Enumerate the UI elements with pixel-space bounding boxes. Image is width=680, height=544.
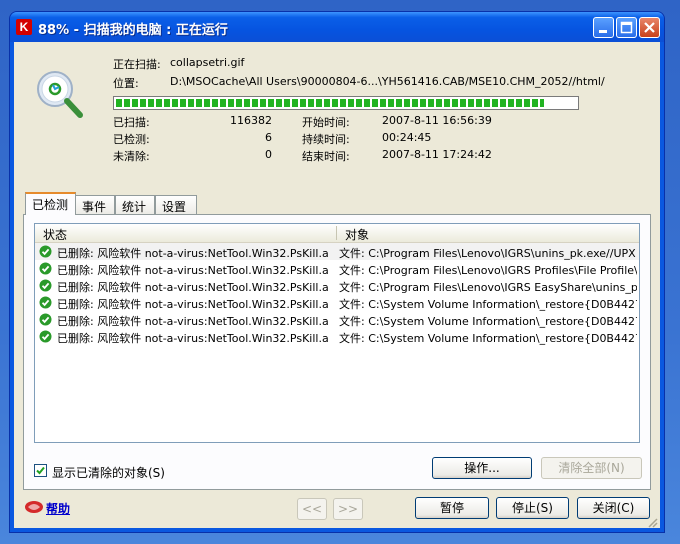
duration-value: 00:24:45 <box>382 131 432 144</box>
tab-statistics[interactable]: 统计 <box>115 195 155 214</box>
deleted-ok-icon <box>39 296 52 309</box>
checkmark-icon <box>36 466 45 475</box>
close-window-button[interactable] <box>639 17 660 38</box>
title-bar[interactable]: K 88% - 扫描我的电脑 : 正在运行 <box>10 12 664 42</box>
row-object: 文件: C:\Program Files\Lenovo\IGRS\unins_p… <box>339 247 636 260</box>
table-row[interactable]: 已删除: 风险软件 not-a-virus:NetTool.Win32.PsKi… <box>35 260 639 277</box>
tab-settings[interactable]: 设置 <box>155 195 197 214</box>
scanning-file: collapsetri.gif <box>170 56 245 69</box>
detected-tab-panel: 状态 对象 已删除: 风险软件 not-a-virus:NetTool.Win3… <box>23 214 651 490</box>
detected-count: 6 <box>265 131 272 144</box>
list-header: 状态 对象 <box>35 224 639 243</box>
scan-magnifier-icon <box>37 71 83 118</box>
row-status: 已删除: 风险软件 not-a-virus:NetTool.Win32.PsKi… <box>57 298 329 311</box>
window-client-area: 正在扫描: collapsetri.gif 位置: D:\MSOCache\Al… <box>14 42 660 528</box>
end-time-value: 2007-8-11 17:24:42 <box>382 148 492 161</box>
clear-all-button[interactable]: 清除全部(N) <box>541 457 642 479</box>
end-time-label: 结束时间: <box>302 150 350 163</box>
show-removed-checkbox[interactable] <box>34 464 47 477</box>
tab-detected[interactable]: 已检测 <box>25 192 76 215</box>
table-row[interactable]: 已删除: 风险软件 not-a-virus:NetTool.Win32.PsKi… <box>35 311 639 328</box>
scan-window: K 88% - 扫描我的电脑 : 正在运行 正在扫描: collapsetri.… <box>10 12 664 532</box>
show-removed-label[interactable]: 显示已清除的对象(S) <box>52 464 165 481</box>
deleted-ok-icon <box>39 279 52 292</box>
kaspersky-app-icon: K <box>16 19 32 35</box>
pause-button[interactable]: 暂停 <box>415 497 489 519</box>
column-object[interactable]: 对象 <box>345 226 369 243</box>
minimize-button[interactable] <box>593 17 614 38</box>
deleted-ok-icon <box>39 262 52 275</box>
row-status: 已删除: 风险软件 not-a-virus:NetTool.Win32.PsKi… <box>57 315 329 328</box>
location-path: D:\MSOCache\All Users\90000804-6...\YH56… <box>170 75 605 88</box>
detected-objects-list[interactable]: 状态 对象 已删除: 风险软件 not-a-virus:NetTool.Win3… <box>34 223 640 443</box>
help-icon <box>25 501 43 513</box>
row-object: 文件: C:\System Volume Information\_restor… <box>339 315 637 328</box>
row-object: 文件: C:\System Volume Information\_restor… <box>339 298 637 311</box>
unremoved-count: 0 <box>265 148 272 161</box>
row-status: 已删除: 风险软件 not-a-virus:NetTool.Win32.PsKi… <box>57 332 329 345</box>
maximize-button[interactable] <box>616 17 637 38</box>
close-icon <box>644 22 655 33</box>
scanned-count: 116382 <box>230 114 272 127</box>
start-time-label: 开始时间: <box>302 116 350 129</box>
stop-button[interactable]: 停止(S) <box>496 497 569 519</box>
detected-label: 已检测: <box>113 133 150 146</box>
action-button[interactable]: 操作... <box>432 457 532 479</box>
deleted-ok-icon <box>39 245 52 258</box>
tab-events[interactable]: 事件 <box>75 195 115 214</box>
location-label: 位置: <box>113 77 139 90</box>
table-row[interactable]: 已删除: 风险软件 not-a-virus:NetTool.Win32.PsKi… <box>35 328 639 345</box>
table-row[interactable]: 已删除: 风险软件 not-a-virus:NetTool.Win32.PsKi… <box>35 243 639 260</box>
row-status: 已删除: 风险软件 not-a-virus:NetTool.Win32.PsKi… <box>57 247 329 260</box>
table-row[interactable]: 已删除: 风险软件 not-a-virus:NetTool.Win32.PsKi… <box>35 294 639 311</box>
row-object: 文件: C:\System Volume Information\_restor… <box>339 332 637 345</box>
help-link[interactable]: 帮助 <box>46 500 70 517</box>
resize-grip-icon[interactable] <box>646 516 658 528</box>
row-status: 已删除: 风险软件 not-a-virus:NetTool.Win32.PsKi… <box>57 281 329 294</box>
row-object: 文件: C:\Program Files\Lenovo\IGRS Profile… <box>339 264 637 277</box>
deleted-ok-icon <box>39 330 52 343</box>
duration-label: 持续时间: <box>302 133 350 146</box>
row-object: 文件: C:\Program Files\Lenovo\IGRS EasySha… <box>339 281 637 294</box>
close-button[interactable]: 关闭(C) <box>577 497 650 519</box>
row-status: 已删除: 风险软件 not-a-virus:NetTool.Win32.PsKi… <box>57 264 329 277</box>
table-row[interactable]: 已删除: 风险软件 not-a-virus:NetTool.Win32.PsKi… <box>35 277 639 294</box>
maximize-icon <box>620 21 633 34</box>
scan-progress-bar <box>113 96 579 110</box>
column-status[interactable]: 状态 <box>43 226 67 243</box>
column-separator[interactable] <box>336 226 337 240</box>
minimize-icon <box>599 30 607 33</box>
scan-progress-fill <box>116 99 544 107</box>
previous-button[interactable]: << <box>297 498 327 520</box>
scanning-label: 正在扫描: <box>113 58 161 71</box>
start-time-value: 2007-8-11 16:56:39 <box>382 114 492 127</box>
unremoved-label: 未清除: <box>113 150 150 163</box>
next-button[interactable]: >> <box>333 498 363 520</box>
window-title: 88% - 扫描我的电脑 : 正在运行 <box>38 23 228 38</box>
scanned-label: 已扫描: <box>113 116 150 129</box>
deleted-ok-icon <box>39 313 52 326</box>
